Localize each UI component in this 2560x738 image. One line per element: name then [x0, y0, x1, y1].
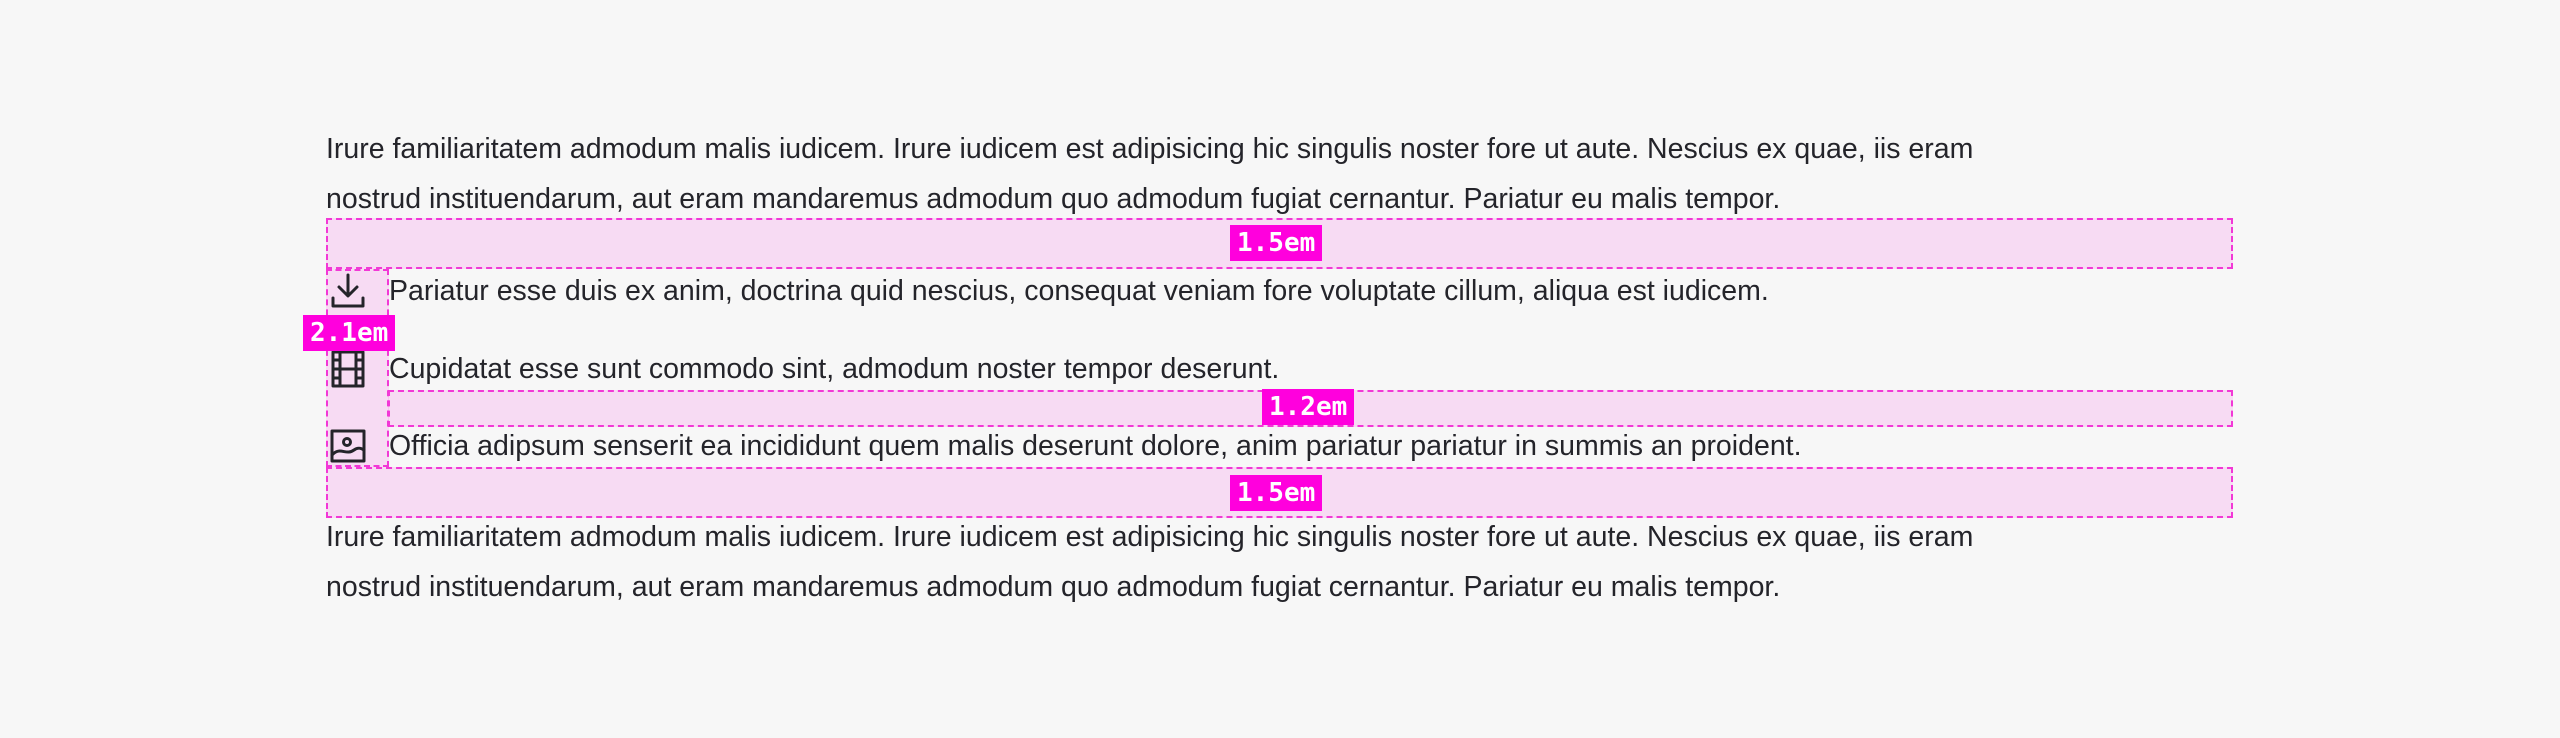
image-icon — [326, 424, 370, 468]
spacing-label-before-list: 1.5em — [1230, 225, 1323, 261]
list-item: Pariatur esse duis ex anim, doctrina qui… — [326, 269, 1769, 313]
download-icon — [326, 269, 370, 313]
spacing-label-icon-column: 2.1em — [303, 315, 396, 351]
spacing-label-after-list: 1.5em — [1230, 475, 1323, 511]
paragraph-top: Irure familiaritatem admodum malis iudic… — [326, 124, 2226, 224]
paragraph-bottom-line-2: nostrud instituendarum, aut eram mandare… — [326, 571, 1781, 603]
list-item-text: Pariatur esse duis ex anim, doctrina qui… — [389, 275, 1769, 307]
film-icon — [326, 347, 370, 391]
list-item-text: Cupidatat esse sunt commodo sint, admodu… — [389, 353, 1280, 385]
list-item: Officia adipsum senserit ea incididunt q… — [326, 424, 1802, 468]
paragraph-top-line-2: nostrud instituendarum, aut eram mandare… — [326, 183, 1781, 215]
paragraph-bottom: Irure familiaritatem admodum malis iudic… — [326, 512, 2226, 612]
paragraph-top-line-1: Irure familiaritatem admodum malis iudic… — [326, 133, 1974, 165]
paragraph-bottom-line-1: Irure familiaritatem admodum malis iudic… — [326, 521, 1974, 553]
spacing-label-between-items: 1.2em — [1262, 389, 1355, 425]
list-item-text: Officia adipsum senserit ea incididunt q… — [389, 430, 1802, 462]
list-item: Cupidatat esse sunt commodo sint, admodu… — [326, 347, 1279, 391]
